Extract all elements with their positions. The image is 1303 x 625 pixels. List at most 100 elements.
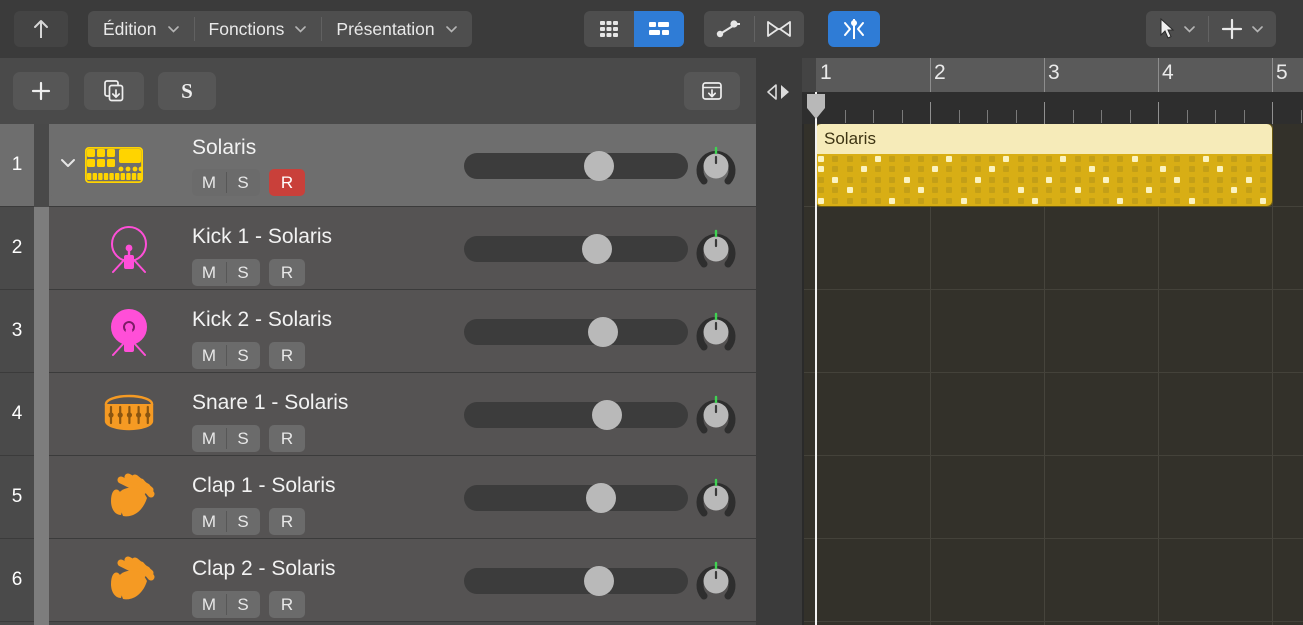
volume-slider-thumb[interactable] [584, 151, 614, 181]
midi-note [1160, 166, 1166, 172]
flex-button[interactable] [754, 11, 804, 47]
solo-button[interactable]: S [226, 342, 260, 369]
pan-knob-icon [694, 310, 738, 354]
back-arrow-button[interactable] [14, 11, 68, 47]
track-name[interactable]: Kick 2 - Solaris [192, 308, 332, 332]
note-grid-cell [989, 187, 995, 193]
mute-button[interactable]: M [192, 342, 226, 369]
track-icon[interactable] [99, 388, 159, 442]
volume-slider[interactable] [464, 485, 688, 511]
playhead-handle[interactable] [805, 92, 827, 120]
track-name[interactable]: Solaris [192, 136, 256, 160]
grid-track-line [802, 289, 1303, 290]
track-icon[interactable] [99, 471, 159, 525]
region-name[interactable]: Solaris [816, 124, 1272, 154]
track-name[interactable]: Snare 1 - Solaris [192, 391, 348, 415]
add-track-button[interactable] [13, 72, 69, 110]
ruler-bars[interactable]: 12345 [802, 58, 1303, 92]
mute-button[interactable]: M [192, 425, 226, 452]
track-icon[interactable] [99, 305, 159, 359]
note-grid-cell [932, 198, 938, 204]
record-enable-button[interactable]: R [269, 508, 305, 535]
track-icon[interactable] [85, 147, 143, 188]
record-enable-button[interactable]: R [269, 342, 305, 369]
grid-track-line [802, 621, 1303, 622]
menu-edition[interactable]: Édition [88, 11, 194, 47]
record-enable-button[interactable]: R [269, 591, 305, 618]
track-buttons: MSR [192, 425, 305, 452]
track-icon[interactable] [99, 222, 159, 276]
marquee-tool[interactable] [1208, 11, 1276, 47]
mute-button[interactable]: M [192, 508, 226, 535]
midi-region[interactable]: Solaris [816, 124, 1272, 206]
duplicate-track-button[interactable] [84, 72, 144, 110]
volume-slider[interactable] [464, 402, 688, 428]
solo-button[interactable]: S [226, 508, 260, 535]
track-name[interactable]: Clap 2 - Solaris [192, 557, 336, 581]
volume-slider[interactable] [464, 153, 688, 179]
track-header-row[interactable]: Clap 2 - Solaris MSR [49, 539, 756, 622]
drum-machine-icon [85, 147, 143, 183]
record-enable-button[interactable]: R [269, 169, 305, 196]
pan-knob[interactable] [694, 476, 738, 520]
record-enable-button[interactable]: R [269, 259, 305, 286]
track-header-row[interactable]: Kick 2 - Solaris MSR [49, 290, 756, 373]
volume-slider[interactable] [464, 236, 688, 262]
bounce-button[interactable] [684, 72, 740, 110]
menu-fonctions[interactable]: Fonctions [194, 11, 322, 47]
track-name[interactable]: Clap 1 - Solaris [192, 474, 336, 498]
track-header-row[interactable]: Clap 1 - Solaris MSR [49, 456, 756, 539]
grid-view-button[interactable] [584, 11, 634, 47]
solo-button[interactable]: S [226, 259, 260, 286]
volume-slider-thumb[interactable] [592, 400, 622, 430]
track-icon[interactable] [99, 554, 159, 608]
track-header-row[interactable]: Solaris MSR [49, 124, 756, 207]
midi-note [1217, 166, 1223, 172]
volume-slider-thumb[interactable] [588, 317, 618, 347]
snap-button[interactable] [828, 11, 880, 47]
track-header-row[interactable]: Kick 1 - Solaris MSR [49, 207, 756, 290]
splitter-toggle[interactable] [764, 80, 794, 104]
track-header-row[interactable]: Snare 1 - Solaris MSR [49, 373, 756, 456]
track-group-bar[interactable] [34, 207, 49, 625]
solo-button[interactable]: S [226, 425, 260, 452]
mute-button[interactable]: M [192, 169, 226, 196]
solo-button[interactable]: S [226, 591, 260, 618]
ruler-beats[interactable] [802, 92, 1303, 124]
track-number[interactable]: 5 [0, 456, 34, 539]
track-number[interactable]: 3 [0, 290, 34, 373]
automation-button[interactable] [704, 11, 754, 47]
menu-presentation[interactable]: Présentation [321, 11, 471, 47]
pan-knob[interactable] [694, 559, 738, 603]
track-number[interactable]: 4 [0, 373, 34, 456]
track-name[interactable]: Kick 1 - Solaris [192, 225, 332, 249]
instrument-slot[interactable] [49, 132, 177, 198]
note-grid-cell [1003, 166, 1009, 172]
disclosure-chevron-icon[interactable] [59, 156, 77, 174]
volume-slider[interactable] [464, 568, 688, 594]
bar-number: 1 [820, 61, 832, 85]
arrange-area[interactable]: Solaris [802, 124, 1303, 625]
mute-button[interactable]: M [192, 591, 226, 618]
record-enable-button[interactable]: R [269, 425, 305, 452]
solo-button[interactable]: S [226, 169, 260, 196]
track-number[interactable]: 6 [0, 539, 34, 622]
pointer-tool[interactable] [1146, 11, 1208, 47]
track-number[interactable]: 2 [0, 207, 34, 290]
volume-slider-thumb[interactable] [582, 234, 612, 264]
list-view-button[interactable] [634, 11, 684, 47]
region-note-grid[interactable] [816, 154, 1272, 206]
volume-slider-thumb[interactable] [586, 483, 616, 513]
pan-knob[interactable] [694, 227, 738, 271]
volume-slider-thumb[interactable] [584, 566, 614, 596]
midi-note [1046, 177, 1052, 183]
track-number[interactable]: 1 [0, 124, 34, 207]
pan-knob[interactable] [694, 310, 738, 354]
volume-slider[interactable] [464, 319, 688, 345]
note-grid-cell [1174, 198, 1180, 204]
solo-all-button[interactable]: S [158, 72, 216, 110]
pan-knob[interactable] [694, 144, 738, 188]
pan-knob[interactable] [694, 393, 738, 437]
mute-button[interactable]: M [192, 259, 226, 286]
duplicate-track-icon [101, 78, 127, 104]
